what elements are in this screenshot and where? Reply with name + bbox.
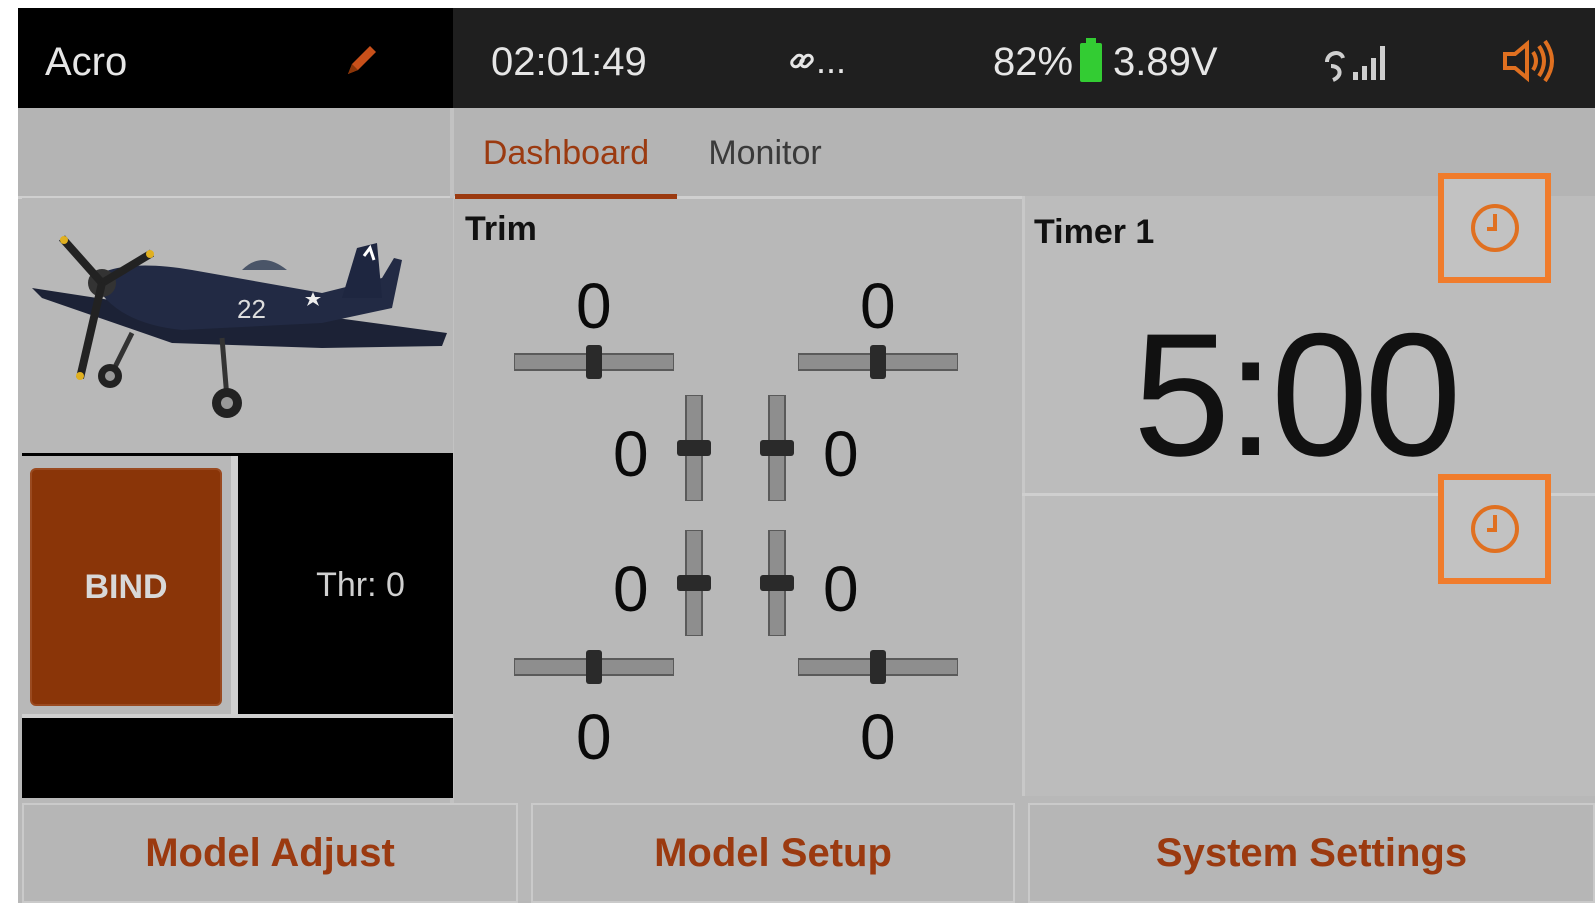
battery-icon: [1080, 38, 1102, 82]
trim-value-bottom-left: 0: [576, 701, 612, 773]
signal-icon: [1325, 46, 1385, 82]
timer-2-button[interactable]: [1438, 474, 1551, 584]
timer-title: Timer 1: [1034, 213, 1155, 251]
timer-value[interactable]: 5:00: [1133, 308, 1462, 483]
trim-value-bottom-right: 0: [860, 701, 896, 773]
edit-icon[interactable]: [340, 38, 384, 82]
left-footer: [22, 718, 453, 798]
model-setup-button[interactable]: Model Setup: [531, 803, 1015, 903]
svg-text:22: 22: [237, 294, 266, 324]
clock-icon: [1470, 505, 1519, 553]
trim-slider-vertical-left-lower[interactable]: [677, 530, 711, 636]
trim-slider-top-right[interactable]: [798, 345, 958, 379]
tab-monitor[interactable]: Monitor: [690, 108, 840, 198]
volume-icon[interactable]: [1501, 38, 1557, 84]
system-clock: 02:01:49: [491, 40, 647, 84]
clock-icon: [1470, 204, 1519, 252]
trim-value-mid-right-lower: 0: [823, 553, 859, 625]
battery-percent: 82%: [993, 40, 1074, 84]
model-name: Acro: [45, 40, 128, 84]
trim-slider-bottom-left[interactable]: [514, 650, 674, 684]
trim-value-top-right: 0: [860, 270, 896, 342]
trim-title: Trim: [465, 210, 537, 248]
trim-value-mid-left-lower: 0: [613, 553, 649, 625]
link-icon: [790, 53, 814, 69]
trim-value-top-left: 0: [576, 270, 612, 342]
status-bar: 02:01:49 ... 82% 3.89V: [453, 8, 1595, 108]
battery-voltage: 3.89V: [1113, 40, 1218, 84]
system-settings-button[interactable]: System Settings: [1028, 803, 1595, 903]
timer-1-button[interactable]: [1438, 173, 1551, 283]
divider: [231, 456, 238, 714]
model-adjust-button[interactable]: Model Adjust: [22, 803, 518, 903]
trim-slider-bottom-right[interactable]: [798, 650, 958, 684]
bind-button[interactable]: BIND: [30, 468, 222, 706]
trim-slider-top-left[interactable]: [514, 345, 674, 379]
throttle-label: Thr: 0: [316, 565, 405, 604]
trim-slider-vertical-left-upper[interactable]: [677, 395, 711, 501]
trim-value-mid-right-upper: 0: [823, 418, 859, 490]
model-header[interactable]: Acro: [18, 8, 453, 108]
trim-slider-vertical-right-lower[interactable]: [760, 530, 794, 636]
trim-slider-vertical-right-upper[interactable]: [760, 395, 794, 501]
tab-dashboard[interactable]: Dashboard: [455, 108, 677, 199]
model-image[interactable]: 22: [22, 198, 453, 456]
trim-value-mid-left-upper: 0: [613, 418, 649, 490]
throttle-panel: Thr: 0: [238, 456, 453, 714]
link-status-text: ...: [816, 40, 847, 81]
transmitter-screen: Acro 02:01:49 ... 82% 3.89V Dashboard Mo…: [18, 8, 1595, 903]
airplane-image: 22: [32, 235, 447, 418]
link-status: ...: [788, 40, 846, 82]
